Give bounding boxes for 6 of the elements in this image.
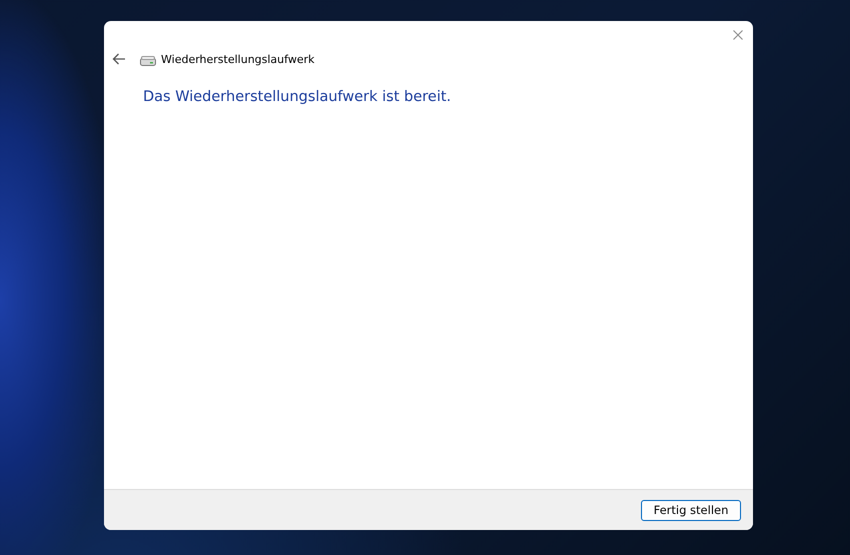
- status-message: Das Wiederherstellungslaufwerk ist bereit.: [143, 89, 452, 105]
- finish-button[interactable]: Fertig stellen: [641, 500, 741, 520]
- drive-icon: [140, 56, 156, 66]
- close-icon[interactable]: [733, 30, 743, 40]
- back-arrow-icon[interactable]: [112, 53, 126, 65]
- window-title: Wiederherstellungslaufwerk: [161, 52, 314, 66]
